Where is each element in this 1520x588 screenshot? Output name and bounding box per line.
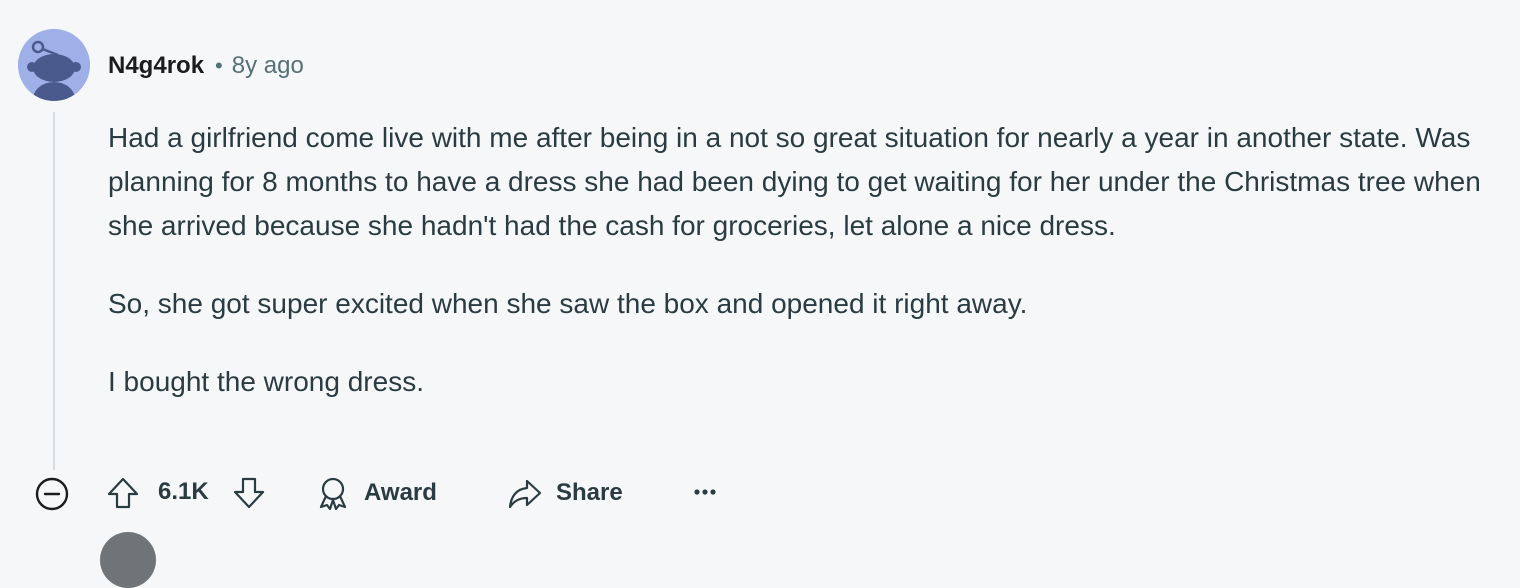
share-arrow-icon: [508, 479, 542, 509]
more-options-button[interactable]: [690, 480, 720, 504]
share-button[interactable]: Share: [508, 474, 623, 512]
award-label: Award: [364, 479, 437, 506]
share-label: Share: [556, 479, 623, 506]
collapse-minus-icon: [35, 477, 69, 511]
downvote-button[interactable]: [232, 476, 266, 510]
upvote-arrow-icon: [107, 477, 139, 509]
comment-body: Had a girlfriend come live with me after…: [108, 116, 1508, 438]
comment-header: N4g4rok • 8y ago: [108, 48, 304, 84]
vote-score: 6.1K: [158, 478, 209, 505]
collapse-thread-button[interactable]: [34, 476, 70, 512]
comment-paragraph: So, she got super excited when she saw t…: [108, 288, 1028, 319]
downvote-arrow-icon: [233, 477, 265, 509]
award-ribbon-icon: [319, 477, 347, 510]
thread-line[interactable]: [53, 112, 55, 470]
award-button[interactable]: Award: [316, 474, 437, 512]
comment: N4g4rok • 8y ago Had a girlfriend come l…: [0, 0, 1520, 588]
username-link[interactable]: N4g4rok: [108, 52, 204, 80]
comment-action-bar: 6.1K Award Share: [34, 470, 794, 514]
comment-timestamp[interactable]: 8y ago: [232, 52, 304, 80]
comment-paragraph: I bought the wrong dress.: [108, 366, 424, 397]
meta-separator: •: [215, 53, 223, 78]
comment-paragraph: Had a girlfriend come live with me after…: [108, 122, 1481, 241]
more-options-icon: [694, 489, 716, 495]
upvote-button[interactable]: [106, 476, 140, 510]
reply-avatar-icon[interactable]: [100, 532, 156, 588]
user-avatar-icon[interactable]: [18, 29, 90, 101]
